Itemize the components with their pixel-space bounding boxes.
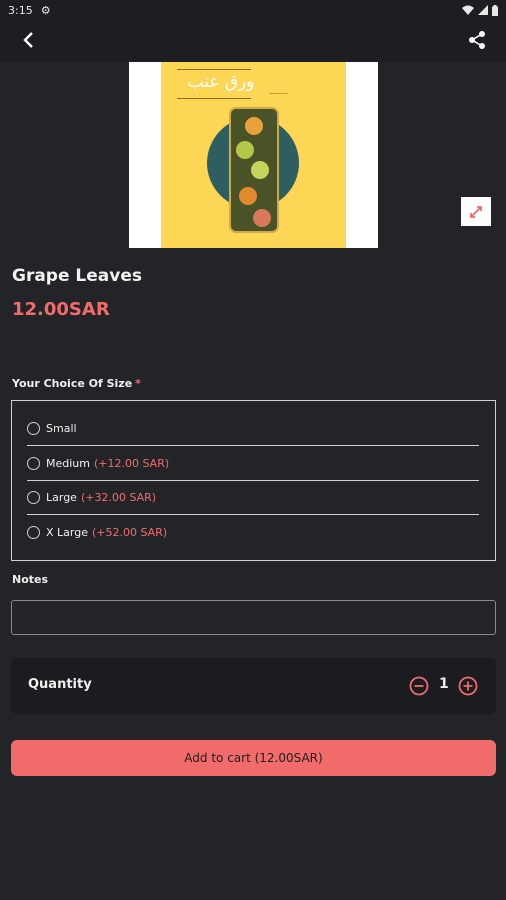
notes-label: Notes — [12, 573, 49, 586]
poster-arabic-title: ورق عنب — [187, 72, 255, 92]
size-option-small[interactable]: Small — [27, 418, 77, 438]
radio-button[interactable] — [27, 456, 40, 470]
size-option-x-large[interactable]: X Large (+52.00 SAR) — [27, 522, 167, 542]
tomato-slice — [253, 209, 271, 227]
lemon-slice — [251, 161, 269, 179]
product-poster: ورق عنب ──────── — [161, 62, 346, 248]
size-option-medium[interactable]: Medium (+12.00 SAR) — [27, 453, 169, 473]
plus-circle-icon[interactable] — [458, 676, 478, 696]
status-bar: 3:15 ⚙ — [0, 0, 506, 20]
lemon-slice — [236, 141, 254, 159]
quantity-card: Quantity 1 — [11, 658, 496, 714]
size-label-text: Your Choice Of Size — [12, 377, 133, 390]
size-section-label: Your Choice Of Size * — [12, 377, 141, 390]
product-image[interactable]: ورق عنب ──────── — [129, 62, 378, 248]
required-marker: * — [135, 377, 141, 390]
notes-input[interactable] — [11, 600, 496, 635]
battery-icon — [492, 4, 498, 16]
option-extra-price: (+52.00 SAR) — [91, 525, 168, 539]
settings-icon: ⚙ — [40, 3, 51, 17]
back-arrow-icon[interactable] — [18, 29, 40, 51]
signal-icon — [478, 5, 488, 15]
option-label: Small — [46, 421, 77, 435]
minus-circle-icon[interactable] — [409, 676, 429, 696]
status-time: 3:15 — [8, 3, 33, 17]
divider — [27, 445, 479, 446]
status-icons — [462, 4, 498, 16]
tomato-slice — [239, 187, 257, 205]
product-title: Grape Leaves — [12, 266, 142, 286]
radio-button[interactable] — [27, 490, 40, 504]
quantity-label: Quantity — [28, 677, 92, 692]
poster-line — [177, 69, 251, 70]
divider — [27, 480, 479, 481]
divider — [27, 514, 479, 515]
share-icon[interactable] — [466, 29, 488, 51]
lemon-slice — [245, 117, 263, 135]
option-label: Medium — [46, 456, 90, 470]
quantity-value: 1 — [439, 676, 449, 692]
size-options-group: Small Medium (+12.00 SAR) Large (+32.00 … — [11, 400, 496, 561]
add-to-cart-button[interactable]: Add to cart (12.00SAR) — [11, 740, 496, 776]
option-label: X Large — [46, 525, 88, 539]
wifi-icon — [462, 5, 474, 15]
option-extra-price: (+12.00 SAR) — [93, 456, 170, 470]
radio-button[interactable] — [27, 525, 40, 539]
radio-button[interactable] — [27, 421, 40, 435]
poster-food-tray — [229, 107, 279, 233]
expand-image-button[interactable] — [461, 197, 491, 226]
expand-icon — [470, 205, 482, 218]
poster-line — [177, 98, 251, 99]
product-price: 12.00SAR — [12, 299, 110, 320]
poster-fine-print: ──────── — [269, 91, 289, 96]
option-extra-price: (+32.00 SAR) — [80, 490, 157, 504]
app-bar — [0, 20, 506, 62]
size-option-large[interactable]: Large (+32.00 SAR) — [27, 487, 156, 507]
option-label: Large — [46, 490, 77, 504]
